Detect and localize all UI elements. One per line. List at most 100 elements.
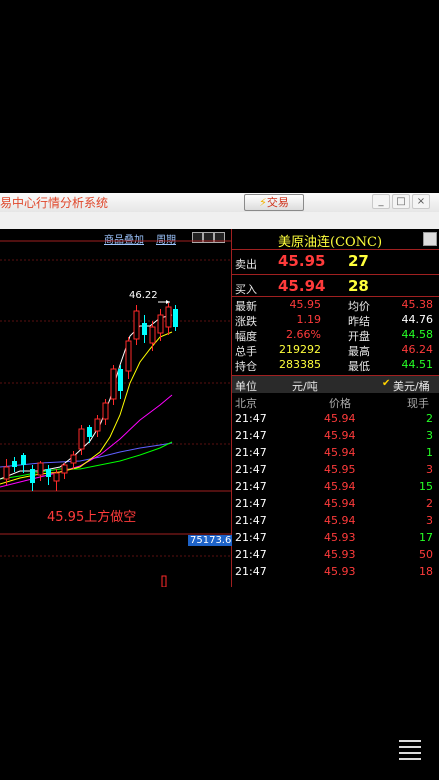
instrument-title: 美原油连(CONC) [278, 235, 383, 250]
stat-label: 总手 [235, 345, 257, 358]
quote-header: 美原油连(CONC) [232, 229, 439, 250]
stat-label: 最新 [235, 300, 257, 313]
candle-body [102, 402, 109, 420]
tick-time: 21:47 [235, 463, 267, 476]
tick-price: 45.94 [324, 480, 356, 493]
candle-body [21, 455, 26, 465]
tick-volume: 17 [419, 531, 433, 544]
tick-price: 45.94 [324, 429, 356, 442]
tick-time: 21:47 [235, 548, 267, 561]
tick-row: 21:47 45.94 1 [232, 444, 439, 461]
tick-volume: 15 [419, 480, 433, 493]
unit-label: 单位 [235, 380, 257, 393]
close-button[interactable]: × [412, 194, 430, 209]
chart-annotation: 45.95上方做空 [47, 510, 137, 525]
kline-chart-panel[interactable]: 商品叠加 周期 46.22 45.95上方做空 75173.66 [0, 229, 240, 587]
stat-label: 开盘 [348, 330, 370, 343]
candle-body [12, 461, 17, 467]
tick-time: 21:47 [235, 565, 267, 578]
tick-row: 21:47 45.94 15 [232, 478, 439, 495]
tick-volume: 18 [419, 565, 433, 578]
tick-price-header: 价格 [329, 397, 351, 410]
candle-body [173, 309, 178, 327]
tick-volume: 3 [426, 514, 433, 527]
stat-value: 44.76 [401, 313, 434, 326]
minimize-button[interactable]: _ [372, 194, 390, 209]
candle-body [157, 314, 164, 334]
candle-body [30, 469, 35, 483]
tick-volume: 2 [426, 497, 433, 510]
tick-price: 45.94 [324, 446, 356, 459]
tick-row: 21:47 45.93 50 [232, 546, 439, 563]
unit-value: 元/吨 [292, 380, 318, 393]
buy-qty: 28 [348, 277, 369, 295]
stat-label: 最低 [348, 360, 370, 373]
candle-body [53, 472, 60, 482]
candle-body [110, 368, 117, 400]
candle-body [3, 466, 10, 480]
sell-label: 卖出 [235, 258, 257, 271]
window-title-bar: 易中心行情分析系统 ⚡交易 _ □ × [0, 193, 439, 213]
stat-value: 1.19 [296, 313, 322, 326]
tick-volume: 3 [426, 429, 433, 442]
stat-label: 昨结 [348, 315, 370, 328]
sell-qty: 27 [348, 252, 369, 270]
tick-price: 45.94 [324, 497, 356, 510]
stat-value: 45.38 [401, 298, 434, 311]
unit-row: 单位 元/吨 ✔ 美元/桶 [232, 375, 439, 393]
check-icon[interactable]: ✔ [382, 378, 390, 389]
tick-row: 21:47 45.93 17 [232, 529, 439, 546]
tick-row: 21:47 45.94 2 [232, 410, 439, 427]
stat-value: 45.95 [289, 298, 322, 311]
tick-time: 21:47 [235, 446, 267, 459]
tick-volume-header: 现手 [407, 397, 429, 410]
maximize-button[interactable]: □ [392, 194, 410, 209]
trade-label: 交易 [266, 196, 289, 209]
ma20-line [0, 394, 173, 488]
tick-time: 21:47 [235, 531, 267, 544]
tick-row: 21:47 45.94 3 [232, 512, 439, 529]
menu-icon[interactable] [399, 740, 421, 760]
instrument-menu-button[interactable] [423, 232, 437, 246]
stat-value: 2.66% [286, 328, 321, 341]
candle-body [165, 306, 172, 328]
candle-body [125, 340, 132, 372]
sell-price: 45.95 [278, 252, 326, 270]
tick-volume: 3 [426, 463, 433, 476]
stat-label: 幅度 [235, 330, 257, 343]
candle-body [61, 464, 68, 474]
stat-label: 持仓 [235, 360, 257, 373]
tick-price: 45.93 [324, 548, 356, 561]
trade-button[interactable]: ⚡交易 [244, 194, 304, 211]
tick-time: 21:47 [235, 497, 267, 510]
buy-label: 买入 [235, 283, 257, 296]
candle-body [142, 323, 147, 335]
tick-row: 21:47 45.94 2 [232, 495, 439, 512]
peak-price-label: 46.22 [129, 290, 158, 301]
candle-body [37, 462, 44, 476]
tick-time: 21:47 [235, 429, 267, 442]
toolbar-strip [0, 212, 439, 229]
stat-value: 283385 [279, 358, 321, 371]
candle-body [94, 418, 101, 432]
tick-price: 45.93 [324, 531, 356, 544]
window-title: 易中心行情分析系统 [0, 196, 109, 210]
quote-panel: 美原油连(CONC) 卖出 45.95 27 买入 45.94 28 最新 45.… [232, 229, 439, 587]
tick-row: 21:47 45.93 18 [232, 563, 439, 580]
candle-body [133, 310, 140, 340]
tick-time: 21:47 [235, 514, 267, 527]
usd-barrel-option[interactable]: 美元/桶 [393, 378, 430, 394]
tick-volume: 50 [419, 548, 433, 561]
tick-row: 21:47 45.95 3 [232, 461, 439, 478]
kline-chart: 46.22 [0, 240, 231, 587]
candle-body [87, 427, 92, 437]
stat-label: 均价 [348, 300, 370, 313]
candle-body [78, 428, 85, 450]
stat-value: 44.51 [401, 358, 434, 371]
tick-price: 45.94 [324, 412, 356, 425]
tick-row: 21:47 45.94 3 [232, 427, 439, 444]
tick-time-header: 北京 [235, 397, 257, 410]
stat-value: 46.24 [401, 343, 434, 356]
stat-value: 219292 [279, 343, 321, 356]
tick-volume: 2 [426, 412, 433, 425]
